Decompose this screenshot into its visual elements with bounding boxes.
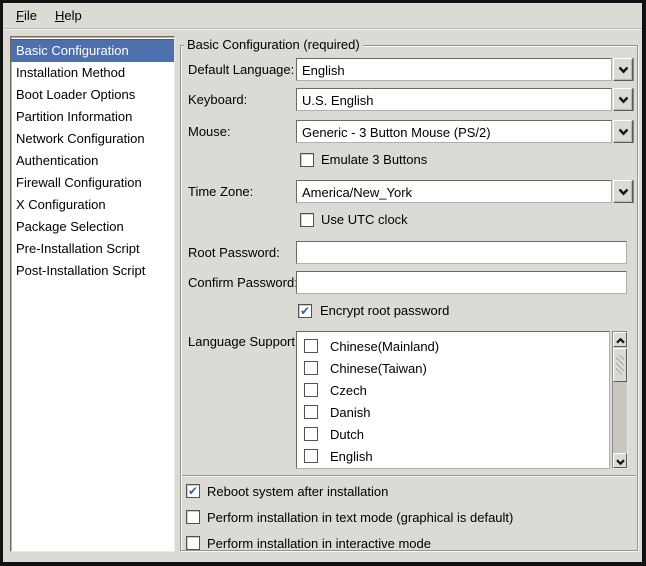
sidebar-item-boot-loader-options[interactable]: Boot Loader Options — [11, 84, 174, 106]
app-window: FileHelp Basic ConfigurationInstallation… — [0, 0, 646, 566]
scrollbar-thumb[interactable] — [613, 348, 627, 382]
interactive-mode-label: Perform installation in interactive mode — [207, 536, 431, 551]
menu-file[interactable]: File — [7, 4, 46, 27]
language-list-scrollbar[interactable] — [612, 331, 628, 469]
sidebar-item-basic-configuration[interactable]: Basic Configuration — [11, 39, 174, 62]
language-checkbox-chinese-taiwan[interactable] — [304, 361, 318, 375]
language-support-label: Language Support: — [188, 330, 299, 353]
keyboard-label: Keyboard: — [188, 88, 247, 111]
horizontal-separator — [182, 475, 636, 477]
menu-bar: FileHelp — [3, 3, 642, 29]
default-language-dropdown-button[interactable] — [613, 58, 633, 81]
frame-title: Basic Configuration (required) — [184, 37, 363, 53]
time-zone-label: Time Zone: — [188, 180, 253, 203]
confirm-password-label: Confirm Password: — [188, 271, 298, 294]
scroll-down-button[interactable] — [613, 453, 627, 468]
reboot-system-checkbox[interactable]: ✔ — [186, 484, 200, 498]
language-checkbox-dutch[interactable] — [304, 427, 318, 441]
chevron-down-icon — [618, 92, 629, 107]
language-checkbox-english[interactable] — [304, 449, 318, 463]
language-option-label: Danish — [330, 405, 370, 420]
mouse-value[interactable] — [296, 120, 612, 143]
emulate-3-buttons-checkbox[interactable] — [300, 153, 314, 167]
scroll-up-button[interactable] — [613, 332, 627, 347]
chevron-down-icon — [618, 62, 629, 77]
keyboard-combo[interactable] — [296, 88, 633, 111]
language-option-dutch[interactable]: Dutch — [297, 423, 609, 445]
sidebar-item-post-installation-script[interactable]: Post-Installation Script — [11, 260, 174, 282]
use-utc-label: Use UTC clock — [321, 212, 408, 228]
language-checkbox-danish[interactable] — [304, 405, 318, 419]
language-option-english[interactable]: English — [297, 445, 609, 467]
sidebar-item-pre-installation-script[interactable]: Pre-Installation Script — [11, 238, 174, 260]
sidebar-item-x-configuration[interactable]: X Configuration — [11, 194, 174, 216]
install-option-row[interactable]: Perform installation in text mode (graph… — [186, 509, 513, 525]
root-password-label: Root Password: — [188, 241, 280, 264]
text-mode-install-label: Perform installation in text mode (graph… — [207, 510, 513, 525]
language-checkbox-czech[interactable] — [304, 383, 318, 397]
text-mode-install-checkbox[interactable] — [186, 510, 200, 524]
install-option-row[interactable]: ✔ Reboot system after installation — [186, 483, 388, 499]
mouse-label: Mouse: — [188, 120, 231, 143]
default-language-combo[interactable] — [296, 58, 633, 81]
time-zone-dropdown-button[interactable] — [613, 180, 633, 203]
language-option-label: Chinese(Taiwan) — [330, 361, 427, 376]
language-option-label: Czech — [330, 383, 367, 398]
root-password-field[interactable] — [296, 241, 627, 264]
keyboard-dropdown-button[interactable] — [613, 88, 633, 111]
default-language-label: Default Language: — [188, 58, 294, 81]
sidebar-item-installation-method[interactable]: Installation Method — [11, 62, 174, 84]
encrypt-root-password-checkbox[interactable]: ✔ — [298, 304, 312, 318]
section-list: Basic ConfigurationInstallation MethodBo… — [10, 36, 175, 552]
emulate-3-buttons-label: Emulate 3 Buttons — [321, 152, 427, 168]
language-option-label: English — [330, 449, 373, 464]
language-checkbox-chinese-mainland[interactable] — [304, 339, 318, 353]
chevron-down-icon — [618, 124, 629, 139]
language-option-label: Chinese(Mainland) — [330, 339, 439, 354]
sidebar-item-package-selection[interactable]: Package Selection — [11, 216, 174, 238]
language-option-czech[interactable]: Czech — [297, 379, 609, 401]
language-option-chinese-taiwan[interactable]: Chinese(Taiwan) — [297, 357, 609, 379]
chevron-up-icon — [616, 332, 625, 347]
encrypt-root-password-label: Encrypt root password — [320, 303, 449, 319]
default-language-value[interactable] — [296, 58, 612, 81]
confirm-password-field[interactable] — [296, 271, 627, 294]
sidebar-item-firewall-configuration[interactable]: Firewall Configuration — [11, 172, 174, 194]
reboot-system-label: Reboot system after installation — [207, 484, 388, 499]
mouse-combo[interactable] — [296, 120, 633, 143]
interactive-mode-checkbox[interactable] — [186, 536, 200, 550]
keyboard-value[interactable] — [296, 88, 612, 111]
chevron-down-icon — [618, 184, 629, 199]
mouse-dropdown-button[interactable] — [613, 120, 633, 143]
chevron-down-icon — [616, 453, 625, 468]
language-option-label: Dutch — [330, 427, 364, 442]
install-option-row[interactable]: Perform installation in interactive mode — [186, 535, 431, 551]
language-support-list[interactable]: Chinese(Mainland) Chinese(Taiwan) Czech Dan… — [296, 331, 610, 469]
sidebar-item-authentication[interactable]: Authentication — [11, 150, 174, 172]
language-option-chinese-mainland[interactable]: Chinese(Mainland) — [297, 335, 609, 357]
sidebar-item-network-configuration[interactable]: Network Configuration — [11, 128, 174, 150]
time-zone-value[interactable] — [296, 180, 612, 203]
language-option-danish[interactable]: Danish — [297, 401, 609, 423]
sidebar-item-partition-information[interactable]: Partition Information — [11, 106, 174, 128]
menu-help[interactable]: Help — [46, 4, 91, 27]
time-zone-combo[interactable] — [296, 180, 633, 203]
use-utc-checkbox[interactable] — [300, 213, 314, 227]
